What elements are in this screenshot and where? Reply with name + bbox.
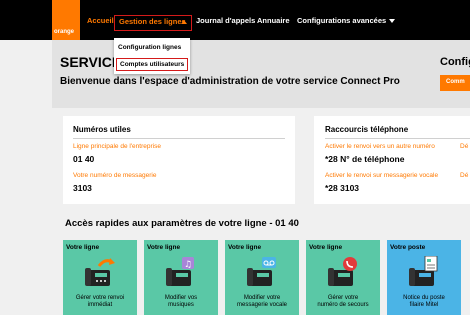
orange-logo[interactable]: orange [52, 0, 80, 40]
comm-button[interactable]: Comm [440, 75, 470, 91]
tile-caption: Votre ligne [66, 244, 100, 251]
svg-text:♫: ♫ [184, 260, 192, 270]
tile-caption: Votre ligne [147, 244, 181, 251]
phone-notice-icon [409, 256, 438, 286]
chevron-up-icon [181, 20, 187, 24]
tile-renvoi-immediat[interactable]: Votre ligne Gérer votre renvoi immédiat [63, 240, 137, 315]
top-navigation-bar: orange Accueil Gestion des lignes Journa… [0, 0, 470, 40]
page-title: SERVICI [60, 54, 116, 70]
phone-emergency-icon [328, 257, 357, 286]
chevron-down-icon [389, 19, 396, 24]
tile-caption: Votre ligne [228, 244, 262, 251]
menu-item-configuration-lignes[interactable]: Configuration lignes [118, 44, 181, 51]
desactiver-label: Dé [460, 143, 469, 150]
renvoi-label: Activer le renvoi vers un autre numéro [325, 143, 435, 150]
card-title: Raccourcis téléphone [325, 125, 409, 134]
voicemail-value: 3103 [73, 183, 92, 193]
tile-label: Notice du poste filaire Mitel [403, 295, 445, 308]
renvoi-messagerie-label: Activer le renvoi sur messagerie vocale [325, 172, 439, 179]
nav-annuaire[interactable]: Annuaire [257, 16, 290, 25]
nav-configurations-avancees[interactable]: Configurations avancées [297, 16, 396, 25]
phone-forward-icon [85, 258, 115, 286]
renvoi-messagerie-value: *28 3103 [325, 183, 360, 193]
config-title: Config [440, 56, 470, 68]
welcome-text: Bienvenue dans l'espace d'administration… [60, 76, 400, 87]
phone-music-icon: ♫ [166, 257, 194, 286]
numeros-utiles-card: Numéros utiles Ligne principale de l'ent… [63, 116, 295, 204]
desactiver-label: Dé [460, 172, 469, 179]
tile-notice-poste[interactable]: Votre poste Notice du poste filaire Mite… [387, 240, 461, 315]
divider [73, 138, 285, 139]
tile-label: Modifier vos musiques [164, 295, 198, 308]
main-line-label: Ligne principale de l'entreprise [73, 143, 161, 150]
card-title: Numéros utiles [73, 125, 131, 134]
menu-item-comptes-utilisateurs[interactable]: Comptes utilisateurs [116, 58, 189, 71]
voicemail-label: Votre numéro de messagerie [73, 172, 157, 179]
raccourcis-telephone-card: Raccourcis téléphone Activer le renvoi v… [314, 116, 470, 204]
tile-musiques[interactable]: Votre ligne ♫ Modifier vos musiques [144, 240, 218, 315]
tile-messagerie-vocale[interactable]: Votre ligne Modifier votre messagerie vo… [225, 240, 299, 315]
phone-voicemail-icon [247, 257, 276, 286]
renvoi-value: *28 N° de téléphone [325, 154, 405, 164]
quick-access-title: Accès rapides aux paramètres de votre li… [65, 218, 299, 229]
tile-label: Gérer votre numéro de secours [317, 295, 369, 308]
nav-accueil[interactable]: Accueil [87, 16, 114, 25]
tile-caption: Votre poste [390, 244, 426, 251]
nav-gestion-label: Gestion des lignes [119, 17, 186, 26]
divider [325, 138, 470, 139]
nav-gestion-des-lignes[interactable]: Gestion des lignes [114, 15, 192, 31]
gestion-dropdown-menu: Configuration lignes Comptes utilisateur… [114, 38, 190, 74]
tile-label: Modifier votre messagerie vocale [236, 295, 288, 308]
main-line-value: 01 40 [73, 154, 95, 164]
tile-numero-secours[interactable]: Votre ligne Gérer votre numéro de secour… [306, 240, 380, 315]
nav-journal-appels[interactable]: Journal d'appels [196, 16, 255, 25]
tile-caption: Votre ligne [309, 244, 343, 251]
tile-label: Gérer votre renvoi immédiat [75, 295, 125, 308]
